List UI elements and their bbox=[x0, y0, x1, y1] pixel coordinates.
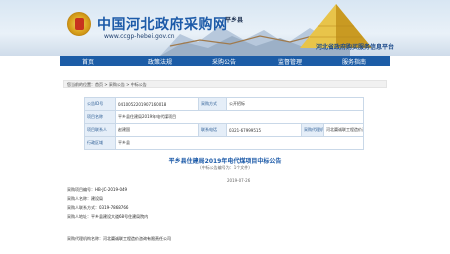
nav-item-announcements[interactable]: 采购公告 bbox=[212, 57, 236, 66]
table-cell-value: 赵建国 bbox=[115, 123, 199, 137]
site-url: www.ccgp-hebei.gov.cn bbox=[104, 33, 175, 40]
table-cell-label: 采购方式 bbox=[198, 97, 227, 111]
field-value: 建设局 bbox=[91, 196, 103, 201]
announcement-subtitle: (中标公告编号为：1个文件) bbox=[200, 165, 250, 170]
table-cell-label: 行政区域 bbox=[84, 136, 116, 150]
field-label: 采购人联系方式： bbox=[67, 205, 99, 210]
main-nav: 首页 政策法规 采购公告 监督管理 服务指南 bbox=[60, 56, 390, 66]
region-label: 平乡县 bbox=[225, 17, 244, 24]
table-row: 项目联系人 赵建国 联系电话 0321-67999515 采购代理机构 河北冀诚… bbox=[84, 123, 364, 137]
project-info-table: 公告ID号 0410052201907160018 采购方式 公开招标 项目名称… bbox=[84, 97, 364, 150]
table-cell-value: 河北冀诚联工程造价咨询有限责任公司 bbox=[323, 123, 364, 137]
breadcrumb: 您当前的位置：首页 > 采购公告 > 中标公告 bbox=[63, 80, 387, 88]
table-cell-label: 项目联系人 bbox=[84, 123, 116, 137]
nav-item-service-guide[interactable]: 服务指南 bbox=[342, 57, 366, 66]
table-row: 行政区域 平乡县 bbox=[84, 136, 364, 150]
table-cell-label: 采购代理机构 bbox=[301, 123, 324, 137]
table-cell-label: 项目名称 bbox=[84, 110, 116, 124]
field-purchaser-address: 采购人地址：平乡县建设大道68号住建局院内 bbox=[67, 214, 148, 220]
field-purchaser-name: 采购人名称：建设局 bbox=[67, 196, 103, 202]
table-cell-label: 公告ID号 bbox=[84, 97, 116, 111]
table-row: 项目名称 平乡县住建局2019年电代煤项目 bbox=[84, 110, 364, 124]
brand-slogan: 河北省政府购买服务信息平台 bbox=[316, 44, 395, 51]
site-title: 中国河北政府采购网 bbox=[97, 17, 228, 33]
field-purchaser-contact: 采购人联系方式：0319-7868766 bbox=[67, 205, 128, 211]
nav-item-policy[interactable]: 政策法规 bbox=[148, 57, 172, 66]
field-label: 采购项目编号： bbox=[67, 187, 95, 192]
field-project-number: 采购项目编号：HB-JC-2019-049 bbox=[67, 187, 127, 193]
table-cell-value: 平乡县住建局2019年电代煤项目 bbox=[115, 110, 364, 124]
field-label: 采购人名称： bbox=[67, 196, 91, 201]
header-banner: 中国河北政府采购网 www.ccgp-hebei.gov.cn 平乡县 河北省政… bbox=[0, 0, 450, 56]
field-agency-name: 采购代理机构名称：河北冀诚联工程造价咨询有限责任公司 bbox=[67, 236, 171, 242]
table-cell-value: 0321-67999515 bbox=[226, 123, 302, 137]
announcement-date: 2019-07-26 bbox=[227, 178, 251, 183]
table-cell-value: 公开招标 bbox=[226, 97, 364, 111]
page: 中国河北政府采购网 www.ccgp-hebei.gov.cn 平乡县 河北省政… bbox=[0, 0, 450, 254]
field-label: 采购代理机构名称： bbox=[67, 236, 103, 241]
field-value: 平乡县建设大道68号住建局院内 bbox=[91, 214, 149, 219]
table-cell-value: 0410052201907160018 bbox=[115, 97, 199, 111]
breadcrumb-text[interactable]: 您当前的位置：首页 > 采购公告 > 中标公告 bbox=[67, 81, 147, 88]
announcement-title: 平乡县住建局2019年电代煤项目中标公告 bbox=[168, 158, 282, 165]
nav-item-home[interactable]: 首页 bbox=[82, 57, 94, 66]
field-value: HB-JC-2019-049 bbox=[95, 187, 128, 192]
table-cell-value: 平乡县 bbox=[115, 136, 364, 150]
field-value: 0319-7868766 bbox=[99, 205, 129, 210]
table-row: 公告ID号 0410052201907160018 采购方式 公开招标 bbox=[84, 97, 364, 111]
field-value: 河北冀诚联工程造价咨询有限责任公司 bbox=[103, 236, 171, 241]
nav-item-supervision[interactable]: 监督管理 bbox=[278, 57, 302, 66]
field-label: 采购人地址： bbox=[67, 214, 91, 219]
national-emblem-icon bbox=[67, 12, 91, 36]
table-cell-label: 联系电话 bbox=[198, 123, 227, 137]
